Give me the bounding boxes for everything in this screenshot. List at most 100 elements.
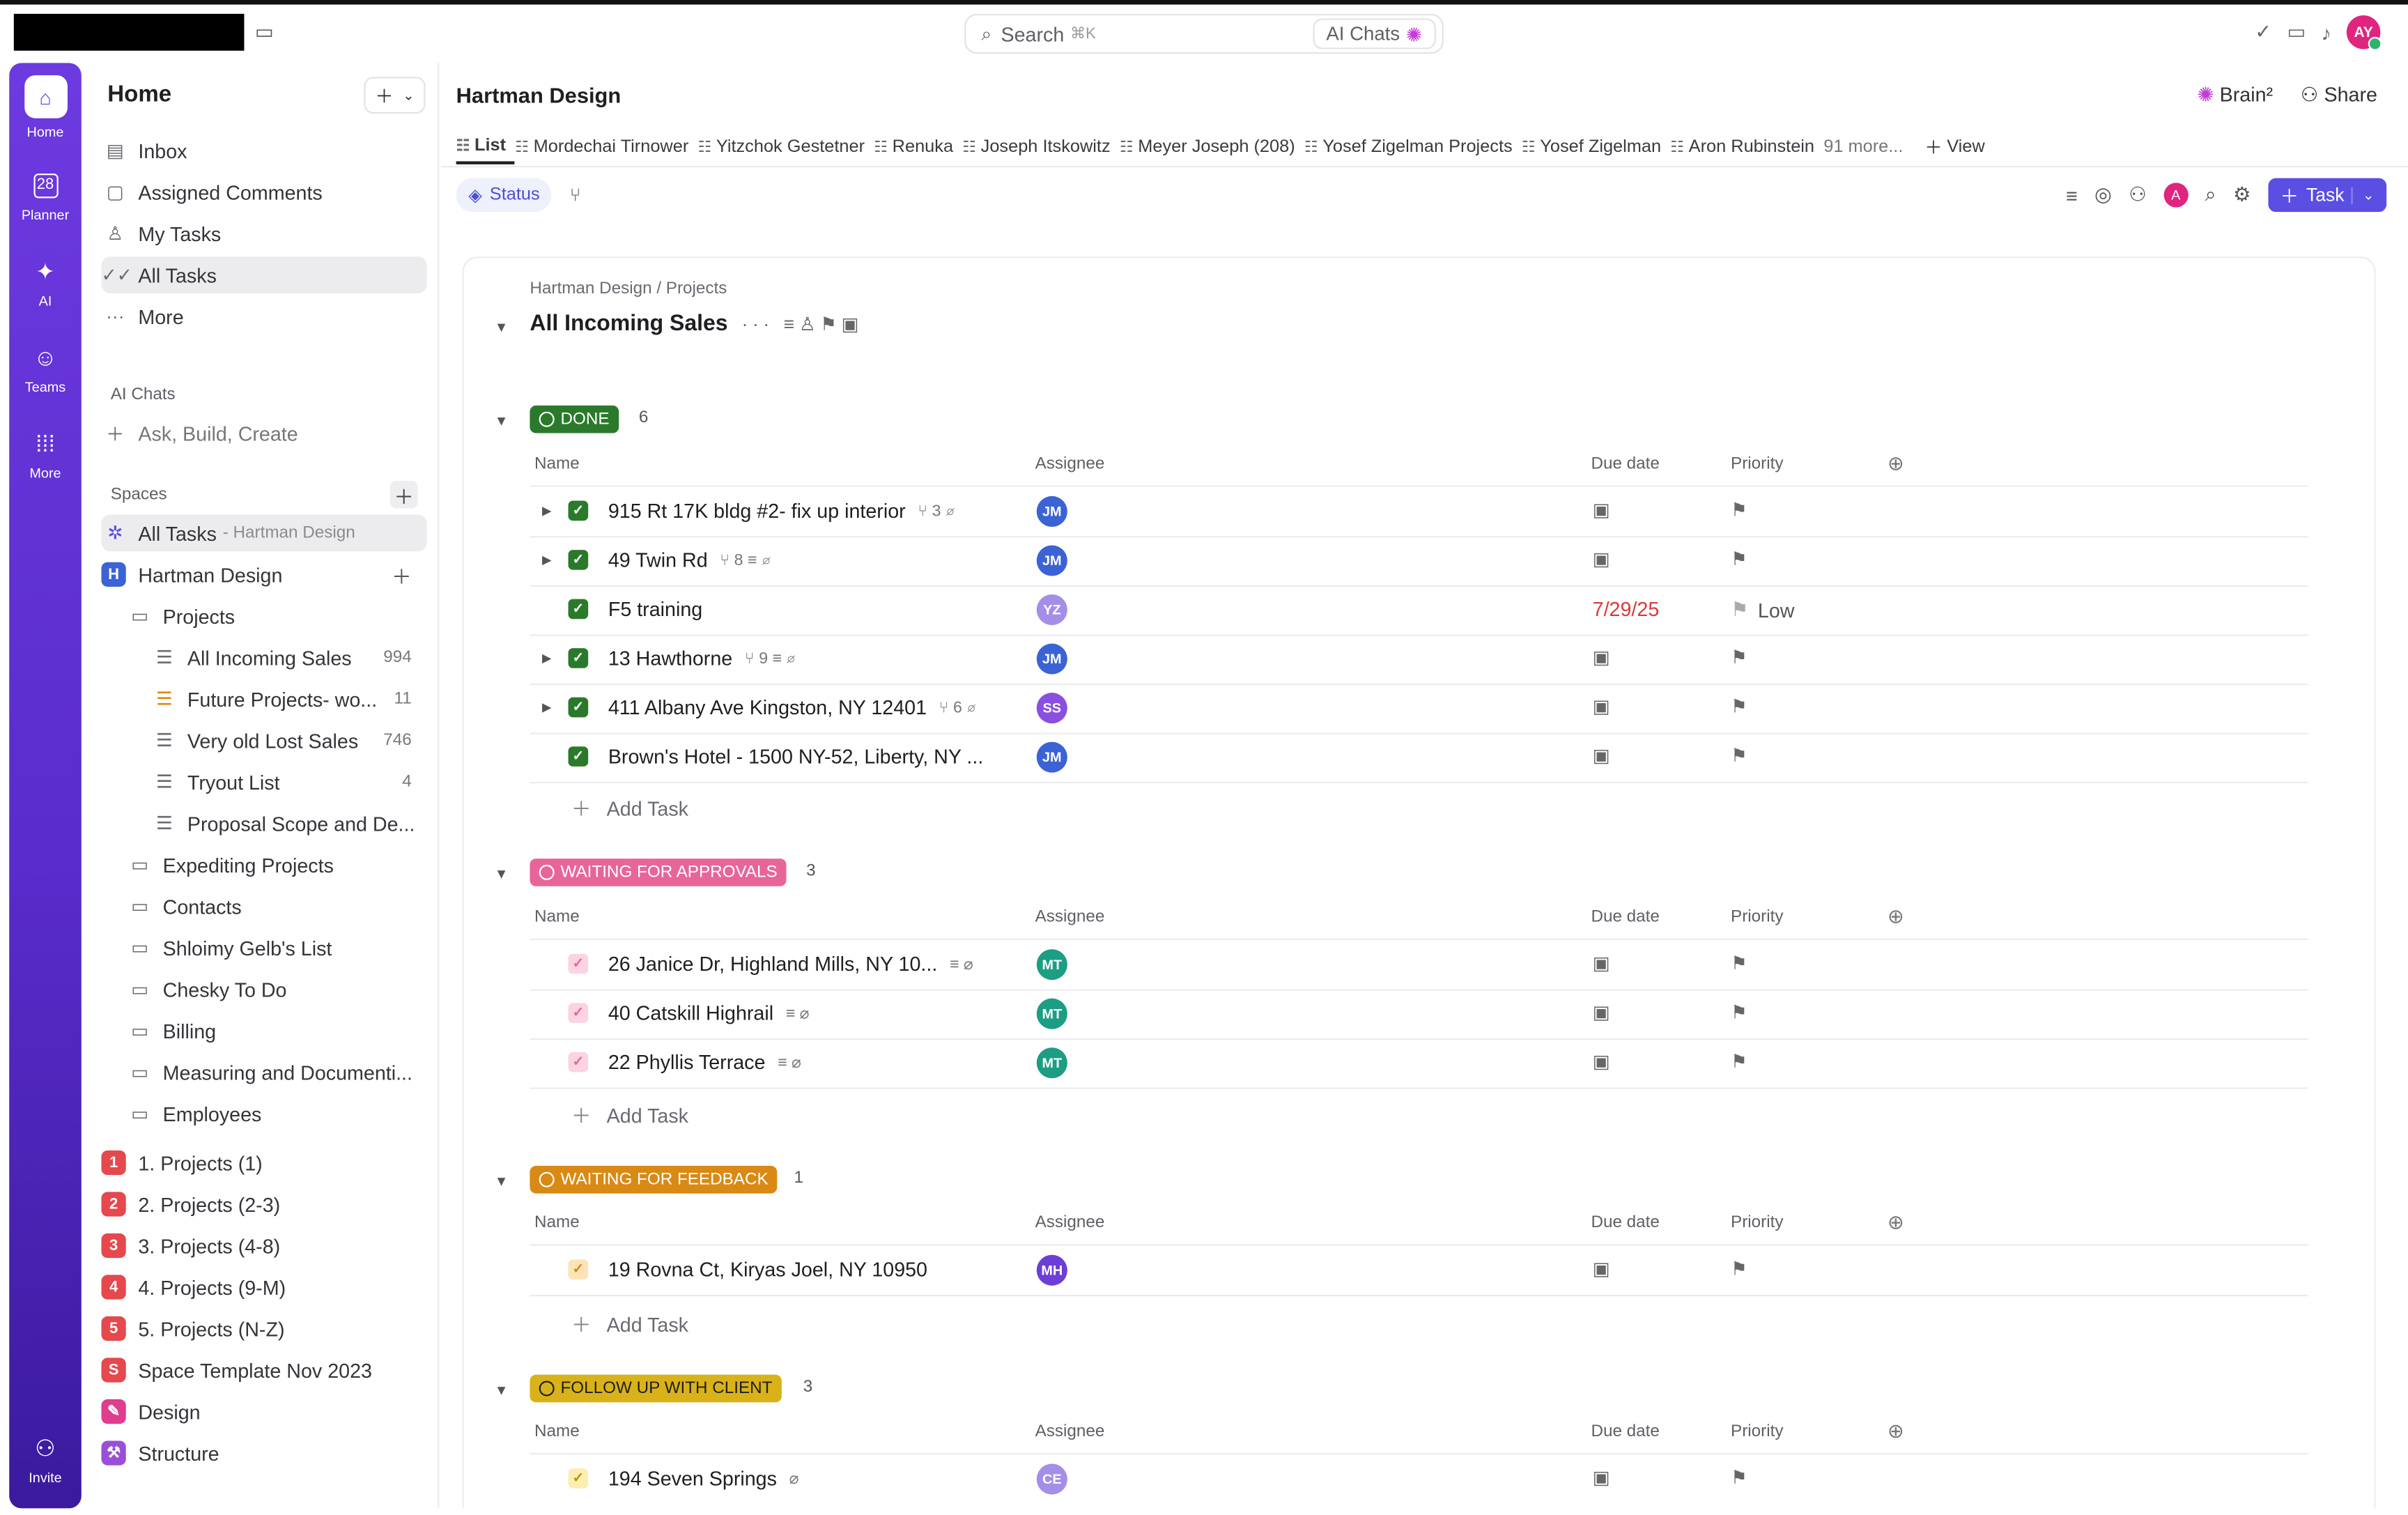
calendar-icon[interactable]: ▣ [1593, 499, 1610, 521]
folder-item[interactable]: ▭ Employees [126, 1095, 427, 1132]
flag-icon[interactable]: ⚑ [1731, 1051, 1747, 1072]
rail-ai[interactable]: ✦ AI [9, 259, 82, 309]
status-group-waiting-feedback[interactable]: WAITING FOR FEEDBACK [530, 1165, 778, 1194]
status-group-done[interactable]: DONE [530, 405, 619, 433]
folder-item[interactable]: ▭ Expediting Projects [126, 846, 427, 883]
filter-icon[interactable]: ≡ [2066, 183, 2078, 206]
status-done-icon[interactable]: ✓ [568, 746, 589, 767]
flag-icon[interactable]: ⚑ [1731, 1001, 1747, 1023]
ai-chat-new[interactable]: ＋ Ask, Build, Create [101, 415, 426, 452]
expand-icon[interactable]: ▶ [542, 700, 552, 714]
flag-icon[interactable]: ⚑ [1731, 548, 1747, 570]
space-item[interactable]: 1 1. Projects (1) [101, 1144, 426, 1181]
col-name[interactable]: Name [534, 1213, 580, 1231]
col-priority[interactable]: Priority [1731, 1213, 1783, 1231]
space-item[interactable]: ⚒ Structure [101, 1435, 426, 1472]
tab-view[interactable]: ☷ Joseph Itskowitz [962, 130, 1120, 164]
status-done-icon[interactable]: ✓ [568, 648, 589, 668]
status-approval-icon[interactable]: ✓ [568, 953, 589, 974]
folder-projects[interactable]: ▭ Projects [126, 597, 427, 634]
assignee-avatar[interactable]: MH [1036, 1254, 1067, 1286]
col-due-date[interactable]: Due date [1591, 1213, 1659, 1231]
table-row[interactable]: ▶ ✓ 915 Rt 17K bldg #2- fix up interior ⑂… [530, 487, 2308, 537]
status-approval-icon[interactable]: ✓ [568, 1003, 589, 1023]
collapse-group-caret[interactable]: ▼ [495, 1174, 509, 1189]
expand-icon[interactable]: ▶ [542, 652, 552, 666]
calendar-icon[interactable]: ▣ [1593, 548, 1610, 570]
tab-view[interactable]: ☷ Mordechai Tirnower [515, 130, 697, 164]
flag-icon[interactable]: ⚑ [1731, 695, 1747, 717]
table-row[interactable]: ▶ ✓ 13 Hawthorne ⑂ 9 ≡ ⌀ JM ▣ ⚑ [530, 634, 2308, 684]
expand-icon[interactable]: ▶ [542, 553, 552, 567]
tab-add-view[interactable]: ＋ View [1924, 130, 1994, 164]
collapse-list-caret[interactable]: ▼ [495, 319, 509, 334]
space-item[interactable]: 4 4. Projects (9-M) [101, 1269, 426, 1306]
assignee-avatar[interactable]: YZ [1036, 594, 1067, 626]
calendar-icon[interactable]: ▣ [1593, 695, 1610, 717]
tab-view[interactable]: ☷ Yosef Zigelman Projects [1304, 130, 1522, 164]
assignee-avatar[interactable]: MT [1036, 949, 1067, 980]
add-column-icon[interactable]: ⊕ [1888, 1210, 1904, 1235]
task-name[interactable]: 22 Phyllis Terrace ≡ ⌀ [608, 1051, 801, 1074]
task-name[interactable]: 26 Janice Dr, Highland Mills, NY 10... ≡ … [608, 953, 973, 976]
list-all-incoming-sales[interactable]: ☰ All Incoming Sales 994 [150, 639, 427, 676]
folder-item[interactable]: ▭ Measuring and Documenti... [126, 1054, 427, 1091]
add-column-icon[interactable]: ⊕ [1888, 905, 1904, 929]
flag-icon[interactable]: ⚑ [1731, 953, 1747, 974]
collapse-group-caret[interactable]: ▼ [495, 1383, 509, 1398]
brain-button[interactable]: ✺ Brain² [2198, 83, 2273, 107]
tab-view[interactable]: ☷ Yosef Zigelman [1522, 130, 1670, 164]
flag-icon[interactable]: ⚑ [1731, 745, 1747, 767]
rail-more[interactable]: ⁞⁞⁞ More [9, 431, 82, 481]
list-very-old-lost-sales[interactable]: ☰ Very old Lost Sales 746 [150, 722, 427, 759]
folder-item[interactable]: ▭ Contacts [126, 888, 427, 925]
collapse-group-caret[interactable]: ▼ [495, 866, 509, 882]
subtasks-icon[interactable]: ⑂ [570, 184, 581, 206]
task-name[interactable]: 13 Hawthorne ⑂ 9 ≡ ⌀ [608, 647, 796, 670]
table-row[interactable]: ✓ Brown's Hotel - 1500 NY-52, Liberty, N… [530, 732, 2308, 782]
col-priority[interactable]: Priority [1731, 908, 1783, 926]
flag-icon[interactable]: ⚑ [1731, 499, 1747, 521]
table-row[interactable]: ✓ F5 training YZ 7/29/25 ⚑ Low [530, 585, 2308, 635]
folder-item[interactable]: ▭ Shloimy Gelb's List [126, 929, 427, 966]
flag-icon[interactable]: ⚑ [1731, 1467, 1747, 1489]
flag-icon[interactable]: ⚑ [1731, 647, 1747, 668]
assignee-avatar[interactable]: MT [1036, 998, 1067, 1029]
folder-item[interactable]: ▭ Chesky To Do [126, 971, 427, 1008]
tab-more-views[interactable]: 91 more... [1823, 130, 1924, 164]
calendar-icon[interactable]: ▭ [255, 20, 274, 45]
add-task-row[interactable]: ＋ Add Task [571, 1100, 688, 1129]
sidebar-item-my-tasks[interactable]: ♙ My Tasks [101, 215, 426, 252]
table-row[interactable]: ✓ 19 Rovna Ct, Kiryas Joel, NY 10950 MH … [530, 1246, 2308, 1295]
check-circle-icon[interactable]: ◎ [2094, 183, 2112, 207]
table-row[interactable]: ▶ ✓ 411 Albany Ave Kingston, NY 12401 ⑂ 6… [530, 684, 2308, 733]
tab-view[interactable]: ☷ Renuka [874, 130, 962, 164]
task-name[interactable]: 194 Seven Springs ⌀ [608, 1467, 799, 1490]
col-name[interactable]: Name [534, 1422, 580, 1440]
assignee-avatar[interactable]: JM [1036, 495, 1067, 528]
sidebar-item-all-tasks[interactable]: ✓✓ All Tasks [101, 256, 427, 293]
status-done-icon[interactable]: ✓ [568, 550, 589, 570]
add-column-icon[interactable]: ⊕ [1888, 1420, 1904, 1444]
task-name[interactable]: 40 Catskill Highrail ≡ ⌀ [608, 1001, 810, 1024]
sidebar-item-inbox[interactable]: ▤ Inbox [101, 132, 426, 169]
rail-invite[interactable]: ⚇ Invite [9, 1436, 82, 1486]
ai-chats-button[interactable]: AI Chats ✺ [1312, 18, 1436, 49]
space-item[interactable]: 3 3. Projects (4-8) [101, 1227, 426, 1264]
me-filter-avatar[interactable]: A [2163, 183, 2189, 208]
plus-icon[interactable]: ＋ [392, 560, 427, 589]
tab-view[interactable]: ☷ Meyer Joseph (208) [1120, 130, 1304, 164]
sidebar-create-button[interactable]: ＋ ⌄ [364, 77, 426, 114]
list-proposal-scope[interactable]: ☰ Proposal Scope and De... [150, 805, 427, 842]
table-row[interactable]: ✓ 22 Phyllis Terrace ≡ ⌀ MT ▣ ⚑ [530, 1038, 2308, 1088]
collapse-group-caret[interactable]: ▼ [495, 413, 509, 429]
add-column-icon[interactable]: ⊕ [1888, 452, 1904, 476]
space-hartman-design[interactable]: H Hartman Design ＋ [101, 556, 426, 593]
col-name[interactable]: Name [534, 908, 580, 926]
task-name[interactable]: F5 training [608, 597, 702, 620]
priority-cell[interactable]: ⚑ Low [1731, 597, 1795, 622]
status-approval-icon[interactable]: ✓ [568, 1052, 589, 1072]
assignee-avatar[interactable]: JM [1036, 545, 1067, 576]
calendar-icon[interactable]: ▣ [1593, 953, 1610, 974]
col-due-date[interactable]: Due date [1591, 454, 1659, 472]
